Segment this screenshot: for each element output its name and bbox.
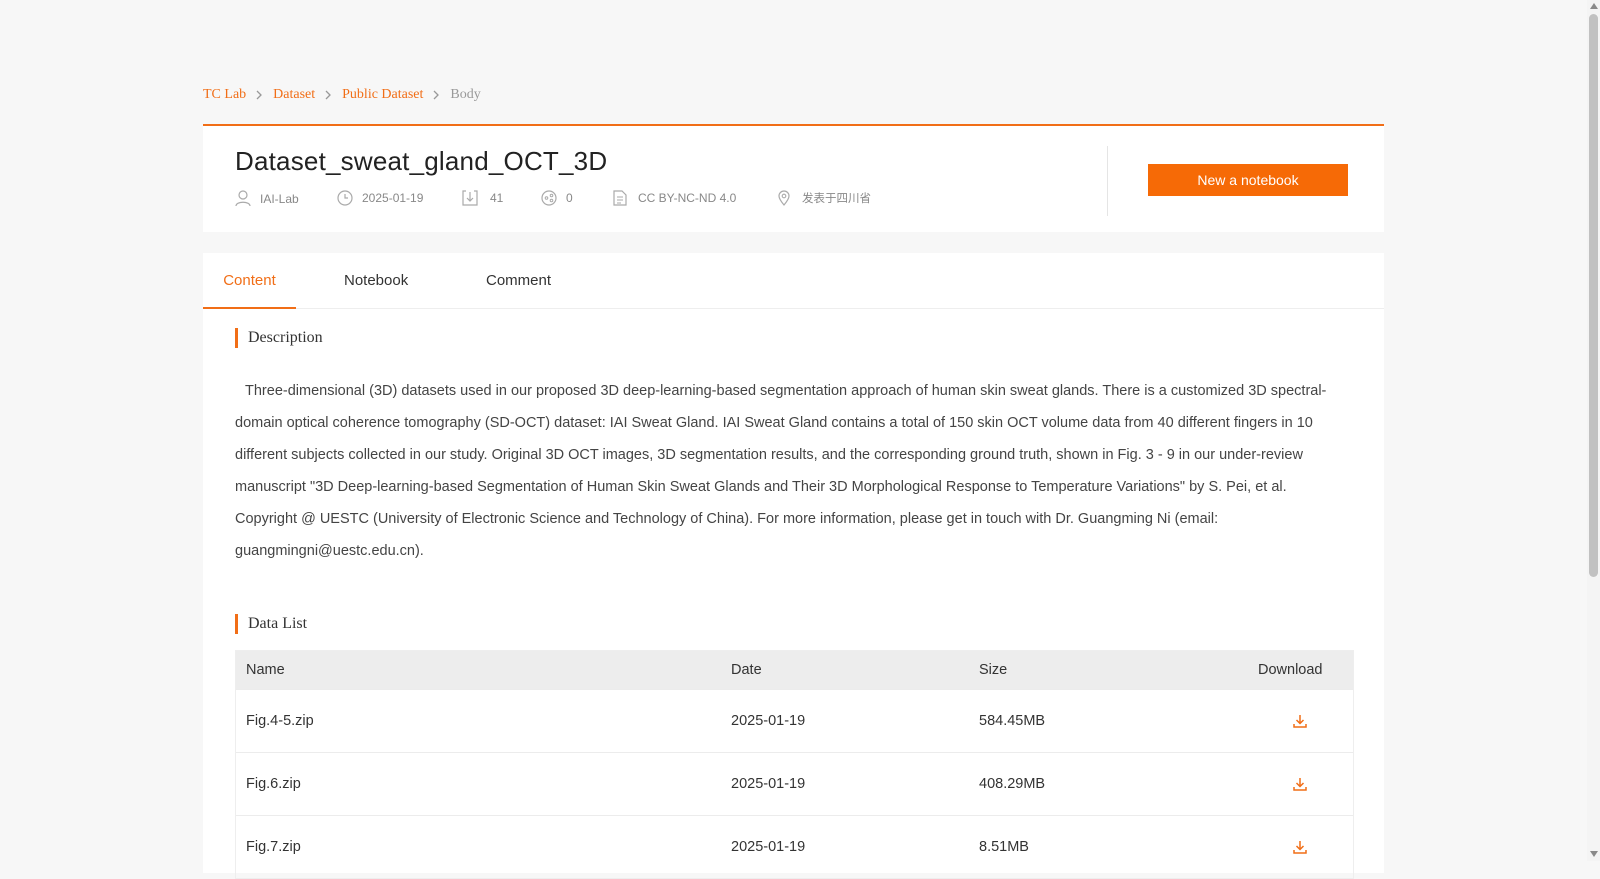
column-size: Size xyxy=(979,662,1008,678)
license-text: CC BY-NC-ND 4.0 xyxy=(638,191,737,205)
meta-author: IAI-Lab xyxy=(235,190,299,207)
table-row: Fig.7.zip 2025-01-19 8.51MB xyxy=(236,815,1353,878)
breadcrumb-public-dataset[interactable]: Public Dataset xyxy=(342,87,423,103)
tab-content[interactable]: Content xyxy=(203,253,296,309)
meta-downloads: 41 xyxy=(462,190,503,206)
table-row: Fig.6.zip 2025-01-19 408.29MB xyxy=(236,752,1353,815)
file-name: Fig.7.zip xyxy=(246,839,301,855)
new-notebook-button[interactable]: New a notebook xyxy=(1148,164,1348,196)
breadcrumb-dataset[interactable]: Dataset xyxy=(273,87,315,103)
page-scrollbar[interactable] xyxy=(1587,0,1600,861)
download-icon[interactable] xyxy=(1293,690,1307,752)
column-name: Name xyxy=(246,662,285,678)
scroll-up-arrow-icon[interactable] xyxy=(1590,3,1598,9)
file-date: 2025-01-19 xyxy=(731,776,806,792)
data-list-heading: Data List xyxy=(235,614,307,634)
file-size: 584.45MB xyxy=(979,713,1046,729)
tab-comment[interactable]: Comment xyxy=(485,253,552,309)
meta-shares: 0 xyxy=(541,190,573,206)
share-icon xyxy=(541,190,557,206)
tab-bar: Content Notebook Comment xyxy=(203,253,1384,309)
column-date: Date xyxy=(731,662,762,678)
file-date: 2025-01-19 xyxy=(731,839,806,855)
dataset-header: Dataset_sweat_gland_OCT_3D IAI-Lab 2025-… xyxy=(203,124,1384,232)
user-icon xyxy=(235,190,251,207)
chevron-right-icon xyxy=(325,90,332,100)
meta-license: CC BY-NC-ND 4.0 xyxy=(613,190,736,206)
download-icon[interactable] xyxy=(1293,753,1307,815)
tab-notebook[interactable]: Notebook xyxy=(344,253,408,309)
table-header: Name Date Size Download xyxy=(236,651,1353,689)
description-text: Three-dimensional (3D) datasets used in … xyxy=(235,383,1327,559)
meta-date: 2025-01-19 xyxy=(337,190,423,206)
clock-icon xyxy=(337,190,353,206)
file-name: Fig.4-5.zip xyxy=(246,713,314,729)
breadcrumb-current: Body xyxy=(450,87,481,102)
author-name[interactable]: IAI-Lab xyxy=(260,192,299,206)
breadcrumb: TC Lab Dataset Public Dataset Body xyxy=(203,87,481,103)
download-icon[interactable] xyxy=(1293,816,1307,878)
file-date: 2025-01-19 xyxy=(731,713,806,729)
download-box-icon xyxy=(462,190,478,206)
chevron-right-icon xyxy=(256,90,263,100)
scroll-down-arrow-icon[interactable] xyxy=(1590,851,1598,857)
table-row: Fig.4-5.zip 2025-01-19 584.45MB xyxy=(236,689,1353,752)
description-heading: Description xyxy=(235,328,323,348)
file-size: 8.51MB xyxy=(979,839,1029,855)
data-list-table: Name Date Size Download Fig.4-5.zip 2025… xyxy=(235,650,1354,879)
chevron-right-icon xyxy=(433,90,440,100)
breadcrumb-tc-lab[interactable]: TC Lab xyxy=(203,87,246,103)
dataset-title: Dataset_sweat_gland_OCT_3D xyxy=(235,146,608,176)
location-text: 发表于四川省 xyxy=(802,191,871,205)
publish-date: 2025-01-19 xyxy=(362,191,424,205)
column-download: Download xyxy=(1258,662,1323,678)
content-card: Content Notebook Comment Description Thr… xyxy=(203,253,1384,879)
share-count: 0 xyxy=(566,191,573,205)
location-pin-icon xyxy=(778,190,790,206)
scrollbar-thumb[interactable] xyxy=(1589,14,1598,577)
file-size: 408.29MB xyxy=(979,776,1046,792)
download-count: 41 xyxy=(490,191,504,205)
file-name: Fig.6.zip xyxy=(246,776,301,792)
meta-location: 发表于四川省 xyxy=(778,190,871,206)
document-icon xyxy=(613,190,627,206)
header-divider xyxy=(1107,146,1108,216)
